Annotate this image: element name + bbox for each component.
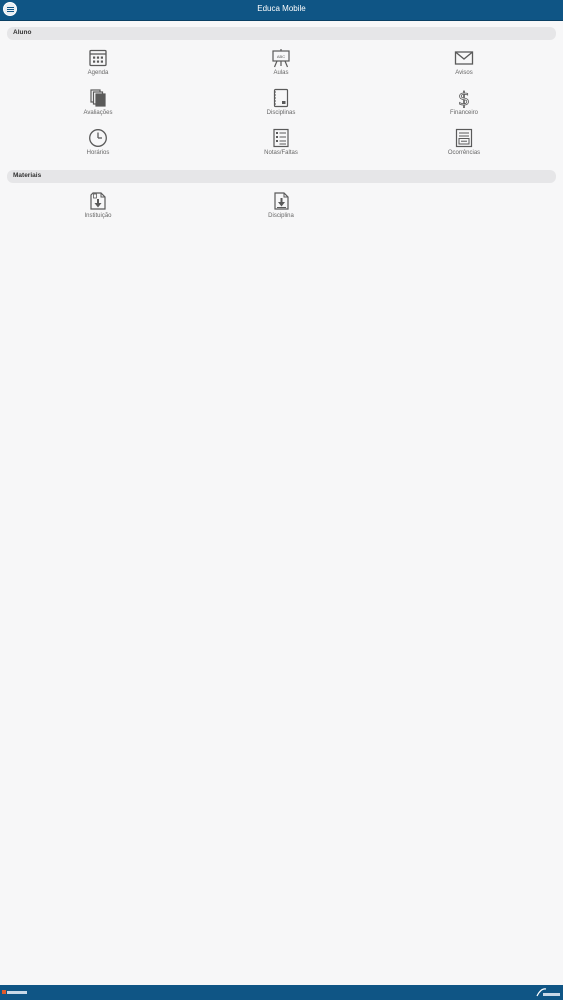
menu-item-label: Disciplinas <box>266 110 296 116</box>
menu-item-label: Avisos <box>455 70 473 76</box>
documents-icon <box>90 89 106 107</box>
calendar-icon <box>89 49 107 67</box>
menu-item-label: Aulas <box>273 70 289 76</box>
menu-item-label: Disciplina <box>268 213 294 219</box>
app-title: Educa Mobile <box>257 4 306 13</box>
envelope-icon <box>454 51 474 65</box>
menu-item-instituicao[interactable]: Instituição <box>38 191 158 225</box>
notebook-icon <box>273 88 289 108</box>
section-title-aluno: Aluno <box>13 29 32 36</box>
section-title-materiais: Materiais <box>13 172 42 179</box>
menu-item-aulas[interactable]: ABC Aulas <box>221 48 341 82</box>
menu-item-avaliacoes[interactable]: Avaliações <box>38 88 158 122</box>
svg-text:$: $ <box>458 88 470 108</box>
menu-item-ocorrencias[interactable]: Ocorrências <box>404 128 524 162</box>
menu-item-label: Avaliações <box>83 110 113 116</box>
menu-item-label: Agenda <box>87 70 109 76</box>
dollar-icon: $ <box>458 88 471 108</box>
app-header: Educa Mobile <box>0 0 563 21</box>
section-header-materiais: Materiais <box>7 170 556 183</box>
menu-item-disciplinas[interactable]: Disciplinas <box>221 88 341 122</box>
brand-logo-left <box>2 990 27 994</box>
menu-item-horarios[interactable]: Horários <box>38 128 158 162</box>
app-footer <box>0 985 563 1000</box>
menu-item-disciplina[interactable]: Disciplina <box>221 191 341 225</box>
menu-item-label: Financeiro <box>449 110 478 116</box>
menu-item-label: Instituição <box>84 213 112 219</box>
menu-item-financeiro[interactable]: $ Financeiro <box>404 88 524 122</box>
clock-icon <box>89 129 107 147</box>
brand-logo-right <box>536 988 560 997</box>
svg-text:ABC: ABC <box>277 54 285 59</box>
download-doc-icon <box>90 192 106 210</box>
checklist-icon <box>273 128 289 148</box>
menu-item-avisos[interactable]: Avisos <box>404 48 524 82</box>
section-header-aluno: Aluno <box>7 27 556 40</box>
menu-item-label: Notas/Faltas <box>264 150 298 156</box>
menu-item-agenda[interactable]: Agenda <box>38 48 158 82</box>
menu-item-notas-faltas[interactable]: Notas/Faltas <box>221 128 341 162</box>
menu-item-label: Horários <box>86 150 110 156</box>
download-doc-icon <box>274 192 289 210</box>
menu-item-label: Ocorrências <box>447 150 481 156</box>
whiteboard-icon: ABC <box>272 49 290 68</box>
report-icon <box>455 128 473 148</box>
